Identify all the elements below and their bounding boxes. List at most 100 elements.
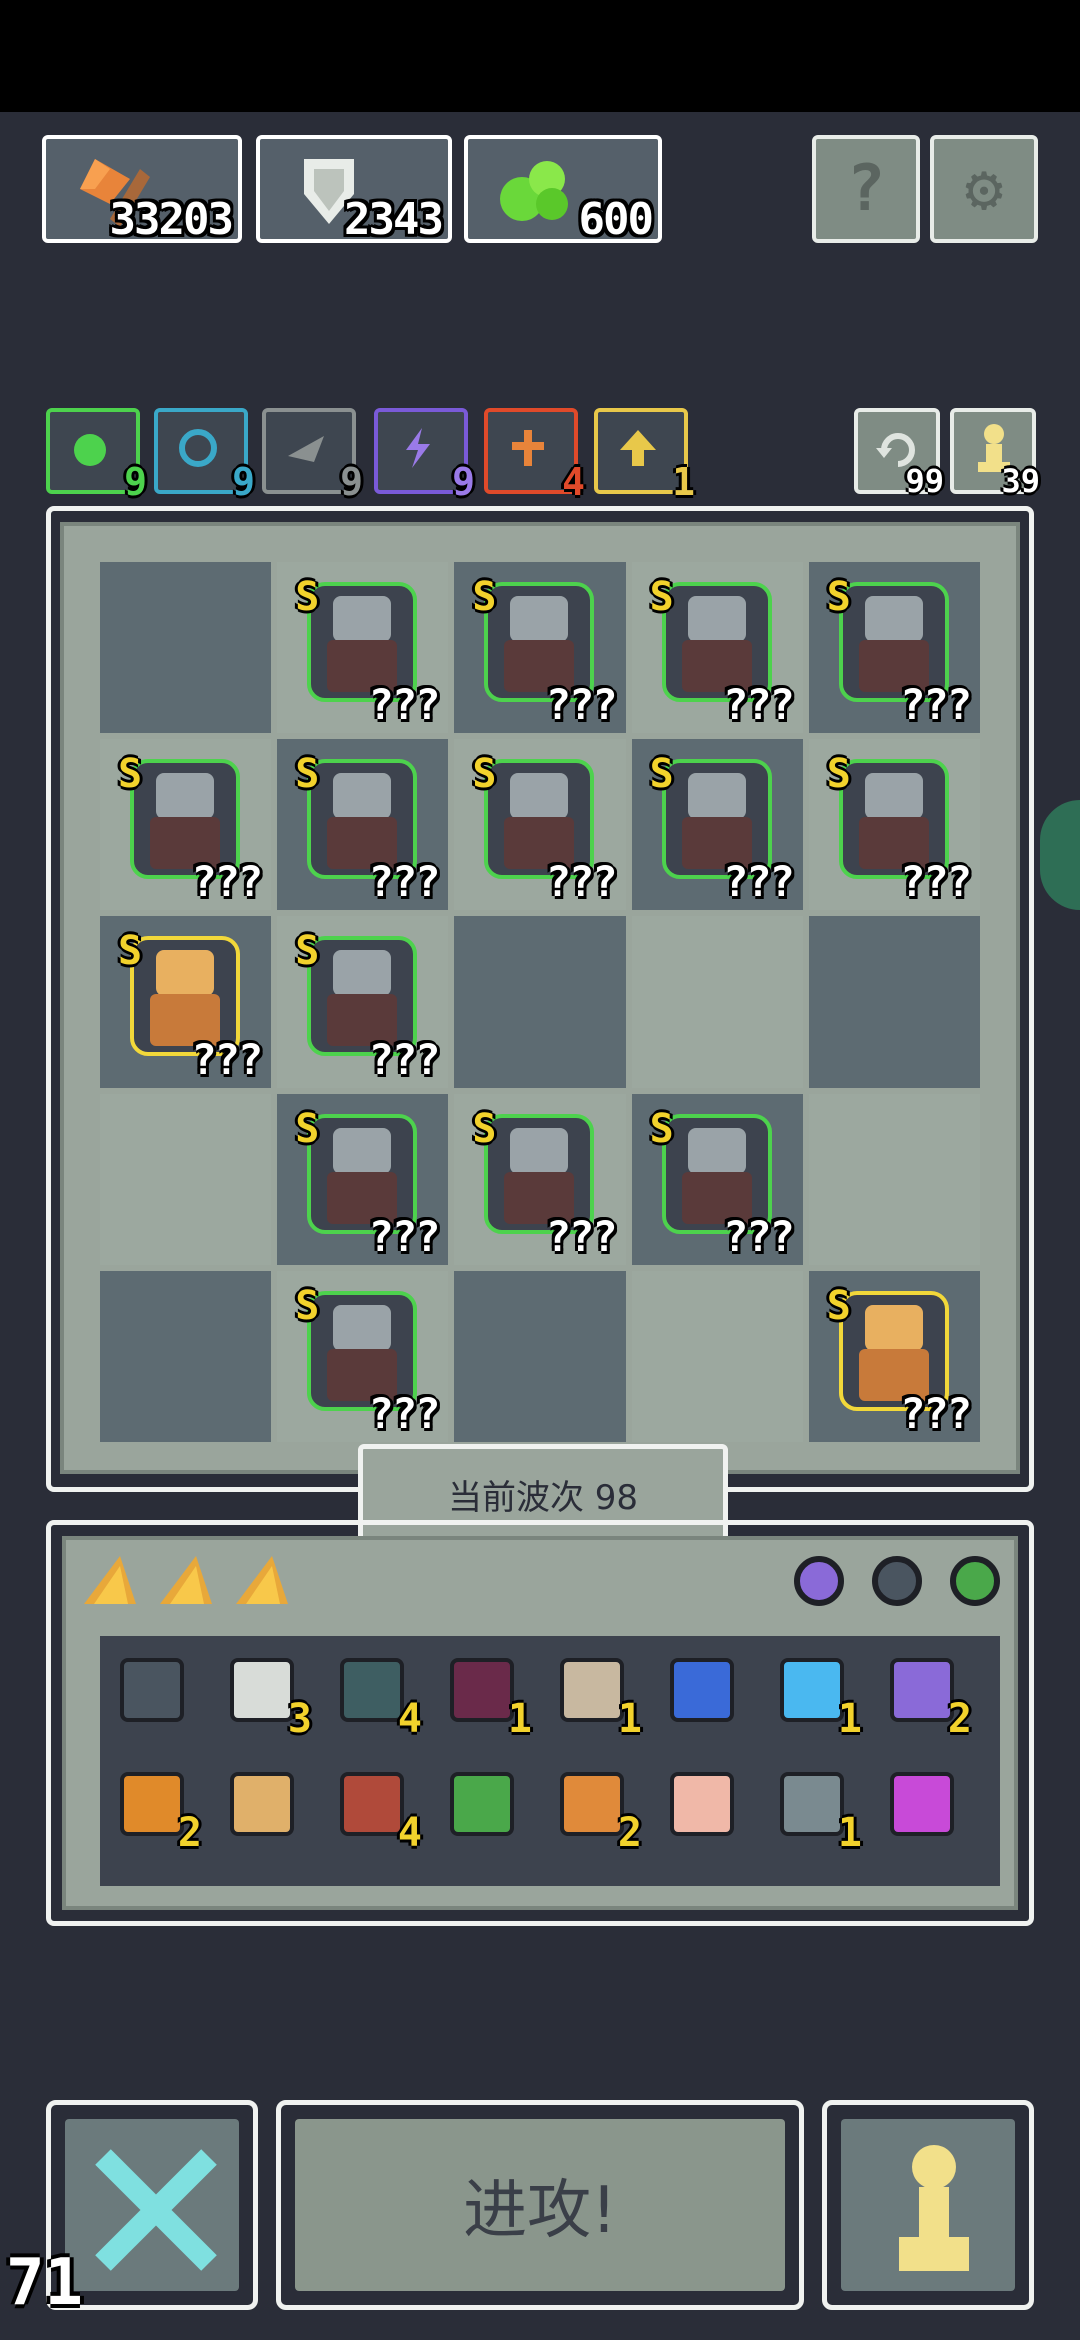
item-graphic bbox=[780, 1772, 844, 1836]
board-cell[interactable]: S??? bbox=[277, 562, 449, 734]
board-cell[interactable]: S??? bbox=[631, 1093, 803, 1265]
board-cell[interactable] bbox=[631, 1270, 803, 1442]
crystal-ball-icon[interactable]: 1 bbox=[772, 1650, 862, 1742]
pawn-button[interactable]: 39 bbox=[950, 408, 1040, 500]
item-graphic bbox=[560, 1658, 624, 1722]
hood-icon[interactable]: 4 bbox=[332, 1764, 422, 1856]
purple-ring-icon[interactable] bbox=[794, 1556, 844, 1606]
green-arrow-icon[interactable] bbox=[442, 1764, 522, 1844]
item-count: 2 bbox=[947, 1696, 972, 1742]
item-graphic bbox=[670, 1772, 734, 1836]
board-cell[interactable] bbox=[100, 1270, 272, 1442]
board-cell[interactable]: S??? bbox=[100, 916, 272, 1088]
chat-tab[interactable] bbox=[1040, 800, 1080, 910]
gold-bar-icon[interactable] bbox=[80, 1552, 140, 1608]
attack-button[interactable]: 进攻! bbox=[276, 2100, 804, 2310]
unit-level: ??? bbox=[722, 1211, 795, 1261]
green-ring-icon[interactable] bbox=[950, 1556, 1000, 1606]
board-cell[interactable]: S??? bbox=[277, 916, 449, 1088]
item-graphic bbox=[890, 1772, 954, 1836]
unit-level: ??? bbox=[545, 1211, 618, 1261]
unit-head bbox=[510, 596, 569, 642]
item-graphic bbox=[120, 1658, 184, 1722]
unit-rank: S bbox=[295, 928, 320, 975]
board-cell[interactable]: S??? bbox=[277, 1093, 449, 1265]
unit-level: ??? bbox=[368, 1034, 441, 1084]
antler-icon[interactable] bbox=[222, 1764, 302, 1844]
board-cell[interactable] bbox=[100, 1093, 272, 1265]
board-cell[interactable]: S??? bbox=[277, 1270, 449, 1442]
pink-arrow-icon[interactable] bbox=[882, 1764, 962, 1844]
unit-rank: S bbox=[826, 1282, 851, 1329]
pawn-icon bbox=[899, 2145, 969, 2271]
eye-hand-icon[interactable] bbox=[662, 1764, 742, 1844]
unit-rank: S bbox=[118, 928, 143, 975]
gold-bar-icon[interactable] bbox=[232, 1552, 292, 1608]
resource-slime: 600 bbox=[464, 135, 662, 245]
board-cell[interactable]: S??? bbox=[808, 739, 980, 911]
board-cell[interactable]: S??? bbox=[454, 739, 626, 911]
item-graphic bbox=[890, 1658, 954, 1722]
item-count: 2 bbox=[177, 1810, 202, 1856]
synergy-spiral[interactable]: 9 bbox=[154, 408, 255, 504]
scroll-skull-icon[interactable]: 3 bbox=[222, 1650, 312, 1742]
unit-head bbox=[864, 773, 923, 820]
item-graphic bbox=[560, 1772, 624, 1836]
item-count: 1 bbox=[837, 1810, 862, 1856]
refresh-button[interactable]: 99 bbox=[854, 408, 944, 500]
board-cell[interactable]: S??? bbox=[808, 562, 980, 734]
item-graphic bbox=[450, 1772, 514, 1836]
unit-rank: S bbox=[295, 1105, 320, 1152]
unit-head bbox=[864, 596, 923, 642]
pawn-menu-face bbox=[841, 2119, 1015, 2291]
close-icon bbox=[95, 2149, 217, 2271]
synergy-lightning[interactable]: 9 bbox=[374, 408, 475, 504]
item-count: 3 bbox=[287, 1696, 312, 1742]
dark-bug-icon[interactable] bbox=[872, 1556, 922, 1606]
board-cell[interactable]: S??? bbox=[454, 562, 626, 734]
crate-icon[interactable] bbox=[112, 1650, 192, 1730]
up-arrow-icon bbox=[620, 430, 656, 466]
heart-gem-icon[interactable]: 4 bbox=[332, 1650, 422, 1742]
map-icon[interactable]: 1 bbox=[552, 1650, 642, 1742]
demon-mask-icon[interactable]: 1 bbox=[442, 1650, 532, 1742]
board-cell[interactable] bbox=[100, 562, 272, 734]
board-cell[interactable] bbox=[631, 916, 803, 1088]
settings-button[interactable]: ⚙ bbox=[930, 135, 1038, 243]
robot-box-icon[interactable]: 1 bbox=[772, 1764, 862, 1856]
board-cell[interactable]: S??? bbox=[631, 562, 803, 734]
board-cell[interactable]: S??? bbox=[100, 739, 272, 911]
orange-axe-icon[interactable]: 2 bbox=[552, 1764, 642, 1856]
slime-icon bbox=[500, 161, 568, 221]
inventory-grid: 3 4 1 1 1 2 2 4 2 1 bbox=[100, 1636, 1000, 1886]
synergy-wing[interactable]: 9 bbox=[262, 408, 363, 504]
ring-icon[interactable]: 2 bbox=[112, 1764, 202, 1856]
board-cell[interactable] bbox=[808, 1093, 980, 1265]
blue-spirit-icon[interactable] bbox=[662, 1650, 742, 1730]
gold-bar-icon[interactable] bbox=[156, 1552, 216, 1608]
board-cell[interactable]: S??? bbox=[631, 739, 803, 911]
item-count: 2 bbox=[617, 1810, 642, 1856]
board-cell[interactable]: S??? bbox=[454, 1093, 626, 1265]
board-cell[interactable] bbox=[454, 916, 626, 1088]
status-bar bbox=[0, 0, 1080, 112]
board-cell[interactable]: S??? bbox=[808, 1270, 980, 1442]
board-cell[interactable] bbox=[454, 1270, 626, 1442]
item-graphic bbox=[780, 1658, 844, 1722]
unit-level: ??? bbox=[900, 680, 972, 730]
potion-icon[interactable]: 2 bbox=[882, 1650, 972, 1742]
unit-rank: S bbox=[472, 574, 497, 620]
attack-face: 进攻! bbox=[295, 2119, 785, 2291]
unit-board: S??? S??? S??? S??? S??? S??? S??? S??? S??? S???… bbox=[100, 562, 980, 1442]
unit-head bbox=[333, 1304, 392, 1351]
unit-level: ??? bbox=[900, 1388, 972, 1438]
synergy-nature[interactable]: 9 bbox=[46, 408, 147, 504]
unit-level: ??? bbox=[368, 857, 441, 907]
item-graphic bbox=[340, 1658, 404, 1722]
pawn-menu-button[interactable] bbox=[822, 2100, 1034, 2310]
board-cell[interactable]: S??? bbox=[277, 739, 449, 911]
synergy-up-arrow[interactable]: 1 bbox=[594, 408, 695, 504]
help-button[interactable]: ? bbox=[812, 135, 920, 243]
synergy-cross[interactable]: 4 bbox=[484, 408, 585, 504]
board-cell[interactable] bbox=[808, 916, 980, 1088]
